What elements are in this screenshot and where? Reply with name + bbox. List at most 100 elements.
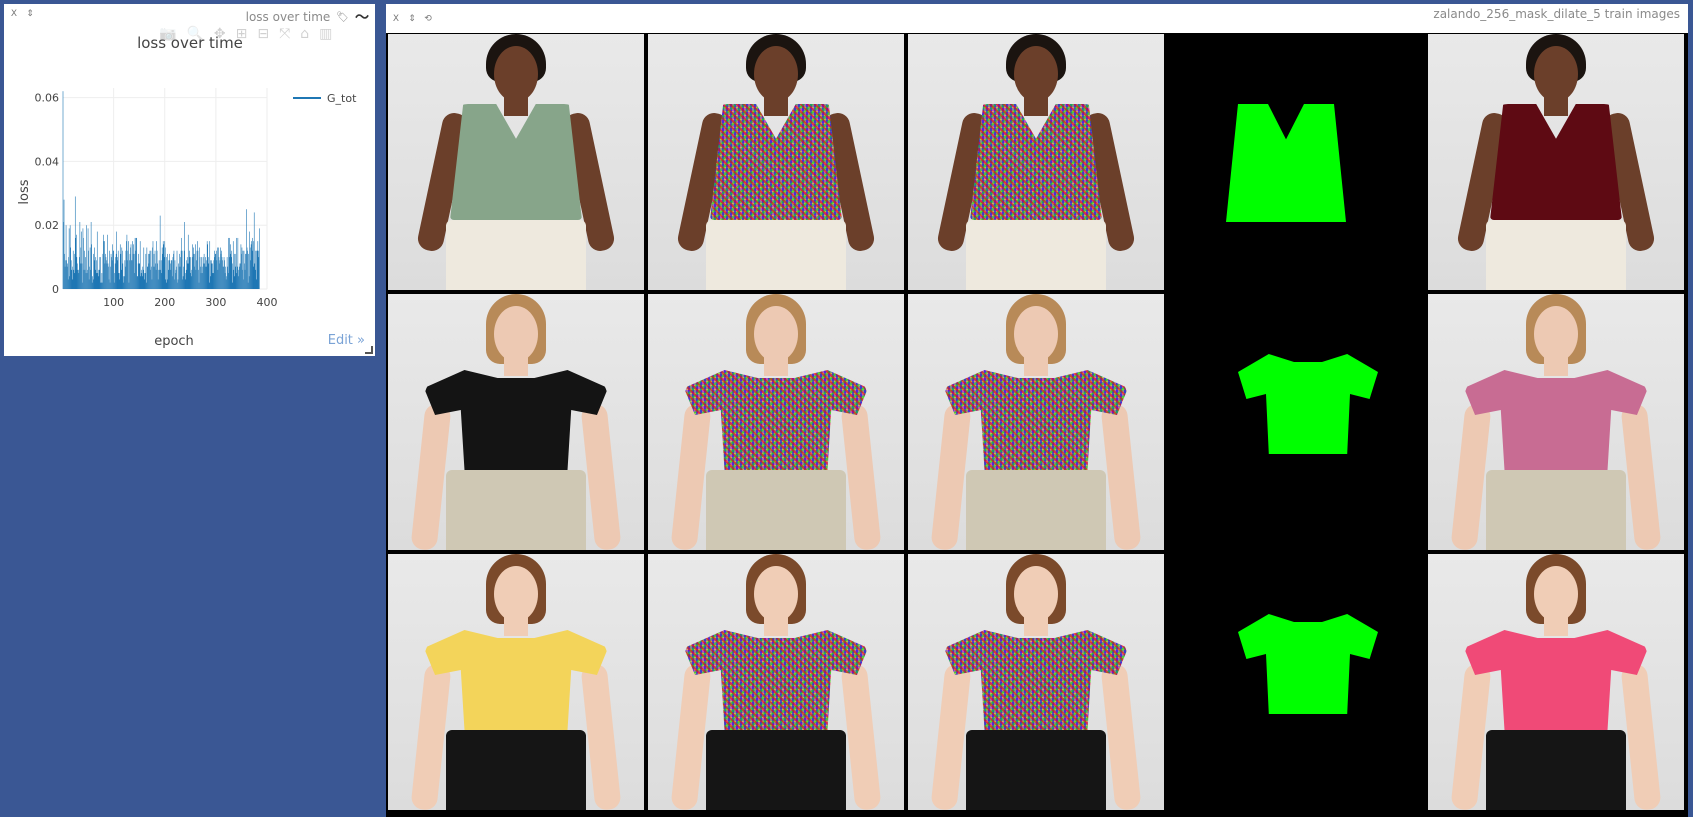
loss-bar	[197, 241, 198, 289]
loss-bar	[150, 250, 152, 289]
loss-bar	[117, 257, 119, 289]
loss-bar	[93, 260, 95, 289]
loss-bar	[245, 253, 246, 289]
loss-bar	[82, 282, 83, 289]
loss-bar	[240, 244, 242, 289]
loss-bar	[173, 250, 175, 289]
image-cell-input	[388, 34, 644, 290]
loss-bar	[121, 247, 123, 289]
loss-bar	[112, 244, 113, 289]
loss-bar	[157, 263, 158, 289]
loss-bar	[85, 273, 87, 289]
loss-bar	[187, 234, 189, 289]
loss-bar	[219, 263, 220, 289]
loss-bar	[110, 266, 111, 289]
loss-bar	[248, 276, 250, 289]
loss-bar	[205, 260, 207, 289]
loss-bar	[176, 266, 177, 289]
close-pane-button[interactable]: X	[8, 9, 20, 19]
image-grid	[386, 33, 1688, 817]
reset-view-button[interactable]: ⟲	[422, 14, 434, 24]
loss-bar	[83, 269, 85, 289]
loss-bar	[147, 266, 148, 289]
loss-bar	[102, 282, 103, 289]
loss-bar	[73, 273, 75, 289]
loss-bar	[186, 260, 188, 289]
loss-bar	[231, 250, 233, 289]
loss-bar	[199, 257, 201, 289]
loss-bar	[216, 260, 218, 289]
loss-bar	[68, 257, 69, 289]
loss-bar	[161, 247, 163, 289]
loss-bar	[224, 260, 225, 289]
loss-bar	[141, 269, 143, 289]
loss-bar	[208, 263, 210, 289]
loss-bar	[132, 253, 134, 289]
image-cell-output	[1428, 34, 1684, 290]
loss-bar	[109, 250, 110, 289]
loss-bar	[255, 250, 257, 289]
loss-bar	[128, 241, 129, 289]
loss-bar	[216, 250, 217, 289]
loss-bar	[100, 282, 102, 289]
loss-bar	[119, 244, 121, 289]
loss-bar	[171, 260, 173, 289]
loss-bar	[254, 263, 256, 289]
close-pane-button[interactable]: X	[390, 14, 402, 24]
loss-bar	[176, 250, 178, 289]
image-cell-masked	[648, 294, 904, 550]
loss-bar	[131, 260, 132, 289]
loss-bar	[111, 260, 113, 289]
loss-bar	[218, 247, 219, 289]
loss-bar	[196, 250, 198, 289]
resize-handle[interactable]	[365, 346, 373, 354]
loss-bar	[228, 237, 229, 289]
loss-bar	[211, 263, 213, 289]
loss-bar	[238, 276, 239, 289]
pin-pane-button[interactable]: ⇕	[24, 9, 36, 19]
y-tick-label: 0.02	[35, 219, 60, 232]
loss-bar	[217, 269, 219, 289]
loss-bar	[181, 250, 183, 289]
loss-bar	[147, 266, 149, 289]
loss-bar	[106, 260, 107, 289]
loss-plot-pane: X ⇕ loss over time 🏷 〜 📷 🔍 ✥ ⊞ ⊟ ⤧ ⌂ ▥ 0…	[4, 4, 375, 356]
loss-bar	[230, 244, 231, 289]
neck	[1024, 94, 1048, 116]
bottoms	[1486, 220, 1626, 290]
loss-bar	[129, 260, 130, 289]
loss-bar	[209, 260, 211, 289]
loss-bar	[103, 241, 105, 289]
loss-bar	[236, 273, 238, 289]
image-cell-input	[388, 554, 644, 810]
loss-bar	[170, 263, 171, 289]
pane-header: X ⇕ ⟲ zalando_256_mask_dilate_5 train im…	[386, 4, 1688, 33]
pin-pane-button[interactable]: ⇕	[406, 14, 418, 24]
loss-bar	[104, 241, 105, 289]
loss-bar	[184, 222, 185, 289]
loss-bar	[247, 282, 249, 289]
loss-bar	[99, 269, 100, 289]
tag-icon[interactable]: 🏷	[336, 12, 349, 23]
edit-chart-link[interactable]: Edit »	[328, 333, 365, 348]
loss-bar	[142, 266, 144, 289]
loss-bar	[95, 257, 97, 289]
loss-bar	[127, 250, 129, 289]
loss-bar	[182, 276, 184, 289]
loss-bar	[122, 250, 123, 289]
loss-bar	[173, 253, 174, 289]
loss-bar	[223, 266, 224, 289]
x-axis-label: epoch	[154, 334, 194, 349]
loss-bar	[69, 225, 71, 289]
loss-bar	[256, 250, 258, 289]
neck	[1024, 614, 1048, 636]
loss-bar	[145, 273, 146, 289]
loss-bar	[205, 257, 206, 289]
loss-bar	[162, 241, 164, 289]
loss-bar	[213, 273, 214, 289]
loss-bar	[218, 257, 220, 289]
loss-bar	[244, 263, 245, 289]
loss-bar	[188, 250, 190, 289]
loss-bar	[174, 260, 176, 289]
loss-bar	[192, 257, 194, 289]
